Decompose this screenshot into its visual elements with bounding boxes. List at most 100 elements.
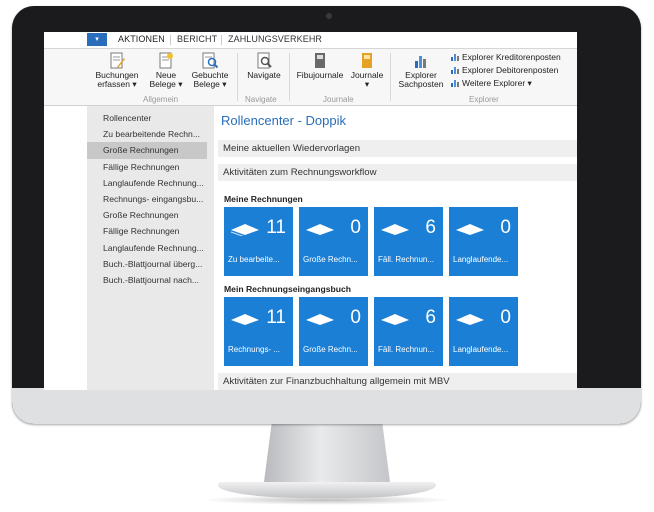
tile-count: 11: [266, 307, 286, 328]
new-document-icon: [159, 52, 173, 69]
tile-count: 11: [266, 217, 286, 238]
explorer-kreditorenposten-button[interactable]: Explorer Kreditorenposten: [450, 52, 561, 62]
monitor-chin: [12, 388, 641, 424]
section-rechnungsworkflow[interactable]: Aktivitäten zum Rechnungsworkflow: [218, 164, 577, 181]
document-stack-icon: [381, 314, 409, 325]
tile-count: 6: [425, 307, 436, 328]
group-label-navigate: Navigate: [245, 95, 277, 104]
tab-zahlungsverkehr[interactable]: ZAHLUNGSVERKEHR: [228, 34, 322, 44]
cue-tile[interactable]: 11 Zu bearbeite...: [224, 207, 293, 276]
gebuchte-belege-button[interactable]: Gebuchte Belege ▾: [188, 52, 232, 89]
explorer-small-icon: [451, 54, 459, 61]
tile-count: 0: [500, 217, 511, 238]
tile-label: Fäll. Rechnun...: [378, 345, 435, 354]
tile-label: Große Rechn...: [303, 345, 358, 354]
weitere-explorer-button[interactable]: Weitere Explorer ▾: [450, 78, 532, 88]
journal-orange-book-icon: [362, 53, 372, 68]
nav-item-grosse-rechnungen-2[interactable]: Große Rechnungen: [87, 207, 207, 223]
tile-count: 0: [350, 307, 361, 328]
tile-label: Rechnungs- ...: [228, 345, 281, 354]
tile-label: Langlaufende...: [453, 255, 509, 264]
weitere-explorer-label: Weitere Explorer ▾: [462, 78, 532, 88]
document-pen-icon: [110, 52, 125, 69]
explorer-chart-icon: [415, 56, 426, 68]
buchungen-label-line2: erfassen ▾: [97, 79, 137, 89]
explorer-small-icon: [451, 67, 459, 74]
group-label-journale: Journale: [323, 95, 354, 104]
nav-item-rollencenter[interactable]: Rollencenter: [87, 110, 207, 126]
group-label-allgemein: Allgemein: [143, 95, 179, 104]
group-separator: [390, 53, 391, 101]
role-center-content: Rollencenter - Doppik Meine aktuellen Wi…: [214, 106, 577, 390]
ribbon-tab-bar: ▾ AKTIONEN BERICHT ZAHLUNGSVERKEHR: [44, 32, 577, 49]
nav-item-faellige-rechnungen-2[interactable]: Fällige Rechnungen: [87, 223, 207, 239]
cue-tile[interactable]: 6 Fäll. Rechnun...: [374, 207, 443, 276]
tile-count: 0: [500, 307, 511, 328]
document-stack-icon: [456, 224, 484, 235]
monitor-stand-neck: [264, 424, 390, 482]
nav-item-faellige-rechnungen[interactable]: Fällige Rechnungen: [87, 159, 207, 175]
nav-item-zu-bearbeitende-rechnungen[interactable]: Zu bearbeitende Rechn...: [87, 126, 207, 142]
buchungen-erfassen-button[interactable]: Buchungen erfassen ▾: [92, 52, 142, 89]
navigate-magnifier-icon: [257, 52, 272, 69]
posted-document-search-icon: [202, 52, 219, 69]
tile-label: Langlaufende...: [453, 345, 509, 354]
fibujournale-label: Fibujournale: [296, 70, 344, 80]
app-screen: ▾ AKTIONEN BERICHT ZAHLUNGSVERKEHR Buchu…: [44, 32, 577, 390]
section-finanzbuchhaltung[interactable]: Aktivitäten zur Finanzbuchhaltung allgem…: [218, 373, 577, 390]
nav-item-buchblattjournal-nach[interactable]: Buch.-Blattjournal nach...: [87, 272, 207, 288]
group-separator: [237, 53, 238, 101]
cue-tile[interactable]: 0 Große Rechn...: [299, 207, 368, 276]
tab-separator: [170, 35, 171, 45]
webcam-dot: [326, 13, 332, 19]
explorer-debitorenposten-button[interactable]: Explorer Debitorenposten: [450, 65, 558, 75]
section-wiedervorlagen[interactable]: Meine aktuellen Wiedervorlagen: [218, 140, 577, 157]
group-title-rechnungseingangsbuch: Mein Rechnungseingangsbuch: [224, 284, 352, 294]
document-stack-icon: [230, 224, 259, 236]
gebuchte-belege-label-line2: Belege ▾: [193, 79, 227, 89]
explorer-kreditorenposten-label: Explorer Kreditorenposten: [462, 52, 561, 62]
nav-item-langlaufende-rechnungen-2[interactable]: Langlaufende Rechnung...: [87, 240, 207, 256]
navigate-button[interactable]: Navigate: [243, 52, 285, 80]
neue-belege-label-line2: Belege ▾: [149, 79, 183, 89]
document-stack-icon: [231, 314, 259, 325]
tile-label: Große Rechn...: [303, 255, 358, 264]
navigation-pane: Rollencenter Zu bearbeitende Rechn... Gr…: [87, 106, 214, 390]
explorer-small-icon: [451, 80, 459, 87]
document-stack-icon: [306, 224, 334, 235]
document-stack-icon: [381, 224, 409, 235]
neue-belege-button[interactable]: Neue Belege ▾: [147, 52, 185, 89]
cue-tile[interactable]: 11 Rechnungs- ...: [224, 297, 293, 366]
cue-tile[interactable]: 0 Große Rechn...: [299, 297, 368, 366]
tab-separator: [221, 35, 222, 45]
ribbon: Buchungen erfassen ▾ Neue Belege ▾ Gebuc…: [44, 49, 577, 106]
explorer-debitorenposten-label: Explorer Debitorenposten: [462, 65, 559, 75]
document-stack-icon: [456, 314, 484, 325]
explorer-sachposten-button[interactable]: Explorer Sachposten: [396, 52, 446, 89]
tile-count: 6: [425, 217, 436, 238]
nav-item-langlaufende-rechnungen[interactable]: Langlaufende Rechnung...: [87, 175, 207, 191]
cue-tile[interactable]: 0 Langlaufende...: [449, 207, 518, 276]
group-label-explorer: Explorer: [469, 95, 499, 104]
journal-book-icon: [315, 53, 325, 68]
nav-item-buchblattjournal-uebergeben[interactable]: Buch.-Blattjournal überg...: [87, 256, 207, 272]
navigate-label: Navigate: [247, 70, 281, 80]
document-stack-icon: [306, 314, 334, 325]
group-title-meine-rechnungen: Meine Rechnungen: [224, 194, 303, 204]
page-title: Rollencenter - Doppik: [221, 113, 347, 128]
tile-label: Fäll. Rechnun...: [378, 255, 435, 264]
tab-aktionen[interactable]: AKTIONEN: [118, 34, 165, 44]
cue-tile[interactable]: 6 Fäll. Rechnun...: [374, 297, 443, 366]
group-separator: [289, 53, 290, 101]
tile-label: Zu bearbeite...: [228, 255, 280, 264]
tile-count: 0: [350, 217, 361, 238]
journale-button[interactable]: Journale ▾: [348, 52, 386, 89]
tab-bericht[interactable]: BERICHT: [177, 34, 217, 44]
application-menu-button[interactable]: ▾: [87, 33, 107, 46]
nav-item-grosse-rechnungen[interactable]: Große Rechnungen: [87, 142, 207, 159]
fibujournale-button[interactable]: Fibujournale: [294, 52, 346, 80]
cue-tile[interactable]: 0 Langlaufende...: [449, 297, 518, 366]
explorer-sachposten-label-line2: Sachposten: [398, 79, 444, 89]
journale-label-line2: ▾: [364, 79, 370, 89]
nav-item-rechnungseingangsbuch[interactable]: Rechnungs- eingangsbu...: [87, 191, 207, 207]
